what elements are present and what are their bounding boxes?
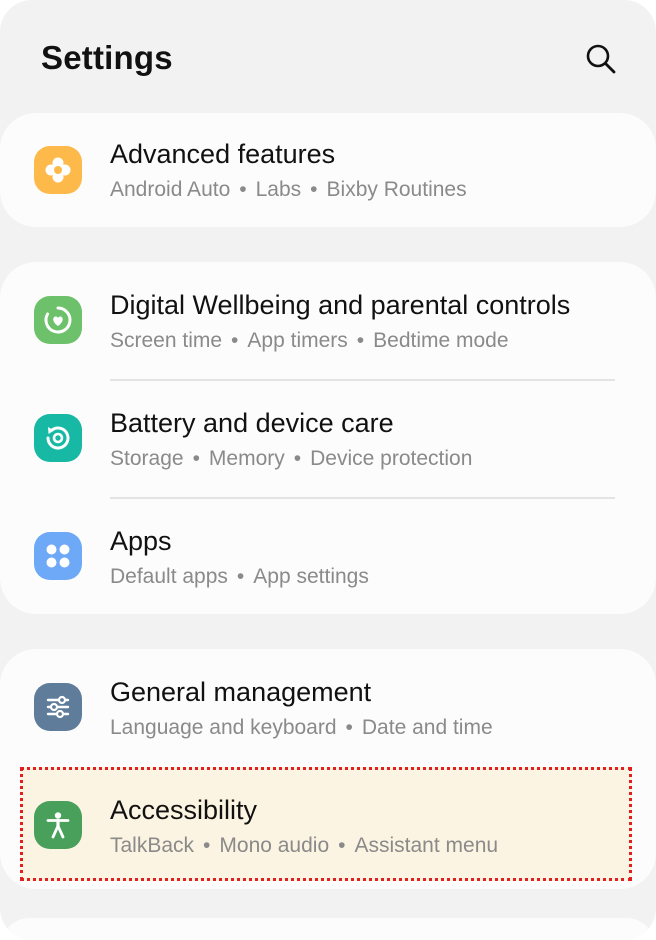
digital-wellbeing-icon-badge xyxy=(34,296,82,344)
general-management-icon-badge xyxy=(34,683,82,731)
search-icon xyxy=(586,44,616,74)
separator-dot: • xyxy=(239,178,247,201)
subtitle-part: Memory xyxy=(208,447,285,470)
item-title: Battery and device care xyxy=(110,408,394,438)
advanced-features-icon-badge xyxy=(34,146,82,194)
separator-dot: • xyxy=(310,178,318,201)
item-title: Advanced features xyxy=(110,139,336,169)
item-title: Digital Wellbeing and parental controls xyxy=(110,290,571,320)
subtitle-part: Android Auto xyxy=(110,178,231,201)
subtitle-part: Bixby Routines xyxy=(326,178,467,201)
item-subtitle: Language and keyboard • Date and time xyxy=(110,716,493,740)
subtitle-part: App timers xyxy=(247,329,348,352)
subtitle-part: TalkBack xyxy=(110,834,195,857)
subtitle-part: Language and keyboard xyxy=(110,716,337,739)
subtitle-part: Date and time xyxy=(361,716,493,739)
device-care-icon xyxy=(46,426,70,450)
separator-dot: • xyxy=(345,716,353,739)
item-title: Accessibility xyxy=(110,795,258,825)
card-next-partial xyxy=(0,918,656,940)
item-title: Apps xyxy=(110,526,172,556)
page-title: Settings xyxy=(41,39,173,76)
item-accessibility[interactable]: Accessibility TalkBack • Mono audio • Assist… xyxy=(0,767,656,881)
item-subtitle: Screen time • App timers • Bedtime mode xyxy=(110,329,509,353)
subtitle-part: Default apps xyxy=(110,565,228,588)
item-subtitle: TalkBack • Mono audio • Assistant menu xyxy=(110,834,498,858)
sliders-icon xyxy=(46,695,70,719)
subtitle-part: App settings xyxy=(253,565,369,588)
subtitle-part: Storage xyxy=(110,447,184,470)
item-subtitle: Default apps • App settings xyxy=(110,565,369,589)
item-apps[interactable]: Apps Default apps • App settings xyxy=(0,498,656,616)
separator-dot: • xyxy=(338,834,346,857)
item-general-management[interactable]: General management Language and keyboard… xyxy=(0,649,656,767)
subtitle-part: Mono audio xyxy=(219,834,330,857)
subtitle-part: Device protection xyxy=(310,447,473,470)
apps-icon-badge xyxy=(34,532,82,580)
item-battery-device-care[interactable]: Battery and device care Storage • Memory • D… xyxy=(0,380,656,498)
separator-dot: • xyxy=(203,834,211,857)
accessibility-icon-badge xyxy=(34,801,82,849)
separator-dot: • xyxy=(236,565,245,588)
item-subtitle: Android Auto • Labs • Bixby Routines xyxy=(110,178,467,202)
puzzle-flower-icon xyxy=(45,157,71,183)
item-digital-wellbeing[interactable]: Digital Wellbeing and parental controls … xyxy=(0,262,656,380)
separator-dot: • xyxy=(356,329,365,352)
item-subtitle: Storage • Memory • Device protection xyxy=(110,447,472,471)
four-dots-icon xyxy=(46,544,70,568)
item-title: General management xyxy=(110,677,372,707)
separator-dot: • xyxy=(231,329,239,352)
subtitle-part: Labs xyxy=(255,178,302,201)
subtitle-part: Screen time xyxy=(110,329,223,352)
battery-icon-badge xyxy=(34,414,82,462)
heart-ring-icon xyxy=(44,306,72,334)
search-button[interactable] xyxy=(580,38,622,80)
person-icon xyxy=(46,812,70,839)
header: Settings xyxy=(0,0,656,112)
separator-dot: • xyxy=(192,447,200,470)
item-advanced-features[interactable]: Advanced features Android Auto • Labs • Bixb… xyxy=(0,113,656,227)
separator-dot: • xyxy=(293,447,302,470)
subtitle-part: Assistant menu xyxy=(354,834,499,857)
settings-screen: Settings Advanced features Android Auto •… xyxy=(0,0,656,940)
subtitle-part: Bedtime mode xyxy=(373,329,509,352)
